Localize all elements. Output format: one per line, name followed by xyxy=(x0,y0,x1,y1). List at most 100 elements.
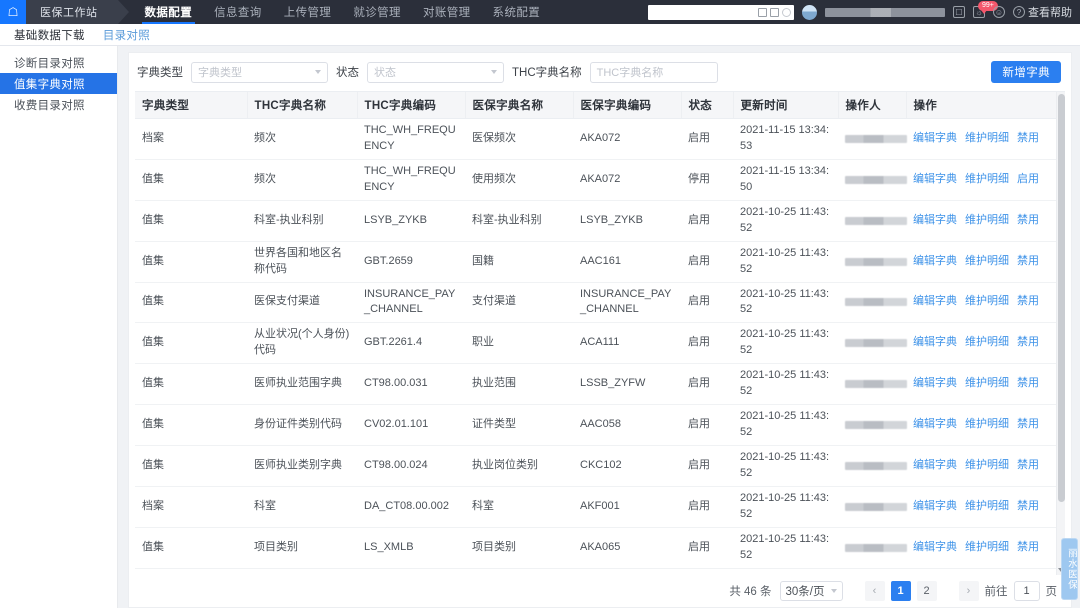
action-maintain-detail[interactable]: 维护明细 xyxy=(965,458,1009,474)
action-toggle-status[interactable]: 启用 xyxy=(1017,172,1039,188)
action-toggle-status[interactable]: 禁用 xyxy=(1017,499,1039,515)
action-edit-dictionary[interactable]: 编辑字典 xyxy=(913,458,957,474)
table-row: 值集 身份证件类别代码 CV02.01.101 证件类型 AAC058 启用 2021-10… xyxy=(135,404,1065,446)
action-edit-dictionary[interactable]: 编辑字典 xyxy=(913,499,957,515)
add-dictionary-button[interactable]: 新增字典 xyxy=(991,61,1061,83)
cell-dict-type: 值集 xyxy=(135,568,247,575)
action-toggle-status[interactable]: 禁用 xyxy=(1017,417,1039,433)
action-maintain-detail[interactable]: 维护明细 xyxy=(965,417,1009,433)
action-toggle-status[interactable]: 禁用 xyxy=(1017,335,1039,351)
action-edit-dictionary[interactable]: 编辑字典 xyxy=(913,294,957,310)
action-edit-dictionary[interactable]: 编辑字典 xyxy=(913,172,957,188)
tab-basic-data-download[interactable]: 基础数据下载 xyxy=(14,27,85,43)
global-search-input[interactable] xyxy=(648,4,794,20)
action-toggle-status[interactable]: 禁用 xyxy=(1017,213,1039,229)
next-page-button[interactable]: › xyxy=(958,581,979,601)
avatar[interactable] xyxy=(802,4,817,20)
dict-type-select[interactable]: 字典类型 xyxy=(191,61,328,83)
clipboard-icon[interactable]: ☐ xyxy=(953,6,965,18)
nav-item-upload-mgmt[interactable]: 上传管理 xyxy=(273,0,343,24)
cell-status: 停用 xyxy=(681,159,733,201)
sidebar-item-charge-catalog-mapping[interactable]: 收费目录对照 xyxy=(0,94,117,115)
scan-icon[interactable] xyxy=(758,7,767,17)
cell-yb-code: BKE095 xyxy=(573,568,681,575)
cell-thc-code: CV05.10.022 xyxy=(357,568,465,575)
action-edit-dictionary[interactable]: 编辑字典 xyxy=(913,131,957,147)
nav-label: 上传管理 xyxy=(283,7,332,19)
action-edit-dictionary[interactable]: 编辑字典 xyxy=(913,376,957,392)
cell-status: 启用 xyxy=(681,322,733,365)
sidebar-item-valueset-dictionary-mapping[interactable]: 值集字典对照 xyxy=(0,73,117,94)
operator-redacted xyxy=(845,502,907,511)
action-toggle-status[interactable]: 禁用 xyxy=(1017,131,1039,147)
action-maintain-detail[interactable]: 维护明细 xyxy=(965,499,1009,515)
tab-catalog-mapping[interactable]: 目录对照 xyxy=(103,27,150,43)
action-maintain-detail[interactable]: 维护明细 xyxy=(965,335,1009,351)
action-toggle-status[interactable]: 禁用 xyxy=(1017,294,1039,310)
cell-thc-code: INSURANCE_PAY_CHANNEL xyxy=(357,282,465,324)
action-maintain-detail[interactable]: 维护明细 xyxy=(965,294,1009,310)
table-row: 值集 从业状况(个人身份)代码 GBT.2261.4 职业 ACA111 启用 2021-1… xyxy=(135,322,1065,365)
cell-operations: 编辑字典维护明细禁用 xyxy=(906,404,1065,446)
notifications[interactable]: ☼ 99+ xyxy=(973,1,998,18)
nav-label: 对账管理 xyxy=(422,7,471,19)
page-size-select[interactable]: 30条/页 xyxy=(779,581,843,601)
home-icon[interactable]: ☖ xyxy=(0,0,26,24)
action-toggle-status[interactable]: 禁用 xyxy=(1017,540,1039,556)
dictionary-table-container: 字典类型 THC字典名称 THC字典编码 医保字典名称 医保字典编码 状态 更新… xyxy=(135,91,1065,575)
page-button-1[interactable]: 1 xyxy=(890,581,911,601)
cell-dict-type: 值集 xyxy=(135,404,247,446)
nav-item-reconciliation[interactable]: 对账管理 xyxy=(412,0,482,24)
cell-status: 启用 xyxy=(681,486,733,528)
smiley-icon[interactable]: ☺ xyxy=(993,6,1005,18)
action-toggle-status[interactable]: 禁用 xyxy=(1017,458,1039,474)
action-maintain-detail[interactable]: 维护明细 xyxy=(965,131,1009,147)
nav-item-system-config[interactable]: 系统配置 xyxy=(482,0,552,24)
breadcrumb-workstation[interactable]: 医保工作站 xyxy=(26,0,128,24)
cell-operator xyxy=(838,486,907,528)
main-nav: 数据配置 信息查询 上传管理 就诊管理 对账管理 系统配置 xyxy=(134,0,552,24)
scrollbar-thumb[interactable] xyxy=(1058,94,1065,502)
action-maintain-detail[interactable]: 维护明细 xyxy=(965,213,1009,229)
cell-thc-code: CV02.01.101 xyxy=(357,404,465,446)
cell-yb-name: 科室 xyxy=(465,486,573,528)
action-edit-dictionary[interactable]: 编辑字典 xyxy=(913,540,957,556)
cell-operations: 编辑字典 维护明细 启用 xyxy=(906,159,1065,201)
page-button-2[interactable]: 2 xyxy=(916,581,937,601)
status-select[interactable]: 状态 xyxy=(367,61,504,83)
cell-thc-name: 频次 xyxy=(247,118,357,160)
cell-operations: 编辑字典维护明细禁用 xyxy=(906,445,1065,487)
nav-item-data-config[interactable]: 数据配置 xyxy=(134,0,204,24)
action-toggle-status[interactable]: 禁用 xyxy=(1017,376,1039,392)
table-vertical-scrollbar[interactable] xyxy=(1056,92,1065,575)
card-icon[interactable] xyxy=(770,7,779,17)
action-edit-dictionary[interactable]: 编辑字典 xyxy=(913,213,957,229)
search-icon[interactable] xyxy=(782,7,791,17)
table-row: 档案 科室 DA_CT08.00.002 科室 AKF001 启用 2021-10-25 1… xyxy=(135,486,1065,528)
action-edit-dictionary[interactable]: 编辑字典 xyxy=(913,254,957,270)
nav-item-info-query[interactable]: 信息查询 xyxy=(203,0,273,24)
prev-page-button[interactable]: ‹ xyxy=(864,581,885,601)
action-maintain-detail[interactable]: 维护明细 xyxy=(965,254,1009,270)
sidebar-item-diagnosis-mapping[interactable]: 诊断目录对照 xyxy=(0,52,117,73)
floating-brand-tab[interactable]: 丽水医保 xyxy=(1061,538,1078,600)
cell-dict-type: 值集 xyxy=(135,363,247,406)
cell-thc-name: 身份证件类别代码 xyxy=(247,404,357,446)
action-maintain-detail[interactable]: 维护明细 xyxy=(965,172,1009,188)
table-row: 值集 世界各国和地区名称代码 GBT.2659 国籍 AAC161 启用 2021-10-2… xyxy=(135,241,1065,283)
cell-yb-code: LSYB_ZYKB xyxy=(573,200,681,242)
cell-updated-time: 2021-10-25 11:43:52 xyxy=(733,568,838,575)
action-toggle-status[interactable]: 禁用 xyxy=(1017,254,1039,270)
cell-operator xyxy=(838,363,907,406)
nav-item-visit-mgmt[interactable]: 就诊管理 xyxy=(342,0,412,24)
jump-page-input[interactable] xyxy=(1013,581,1040,601)
cell-thc-code: THC_WH_FREQUENCY xyxy=(357,118,465,160)
action-maintain-detail[interactable]: 维护明细 xyxy=(965,540,1009,556)
help-link[interactable]: ? 查看帮助 xyxy=(1013,4,1072,20)
action-edit-dictionary[interactable]: 编辑字典 xyxy=(913,417,957,433)
cell-yb-code: AKA072 xyxy=(573,159,681,201)
cell-yb-code: AKF001 xyxy=(573,486,681,528)
action-edit-dictionary[interactable]: 编辑字典 xyxy=(913,335,957,351)
action-maintain-detail[interactable]: 维护明细 xyxy=(965,376,1009,392)
thc-dict-name-input[interactable]: THC字典名称 xyxy=(589,61,718,83)
